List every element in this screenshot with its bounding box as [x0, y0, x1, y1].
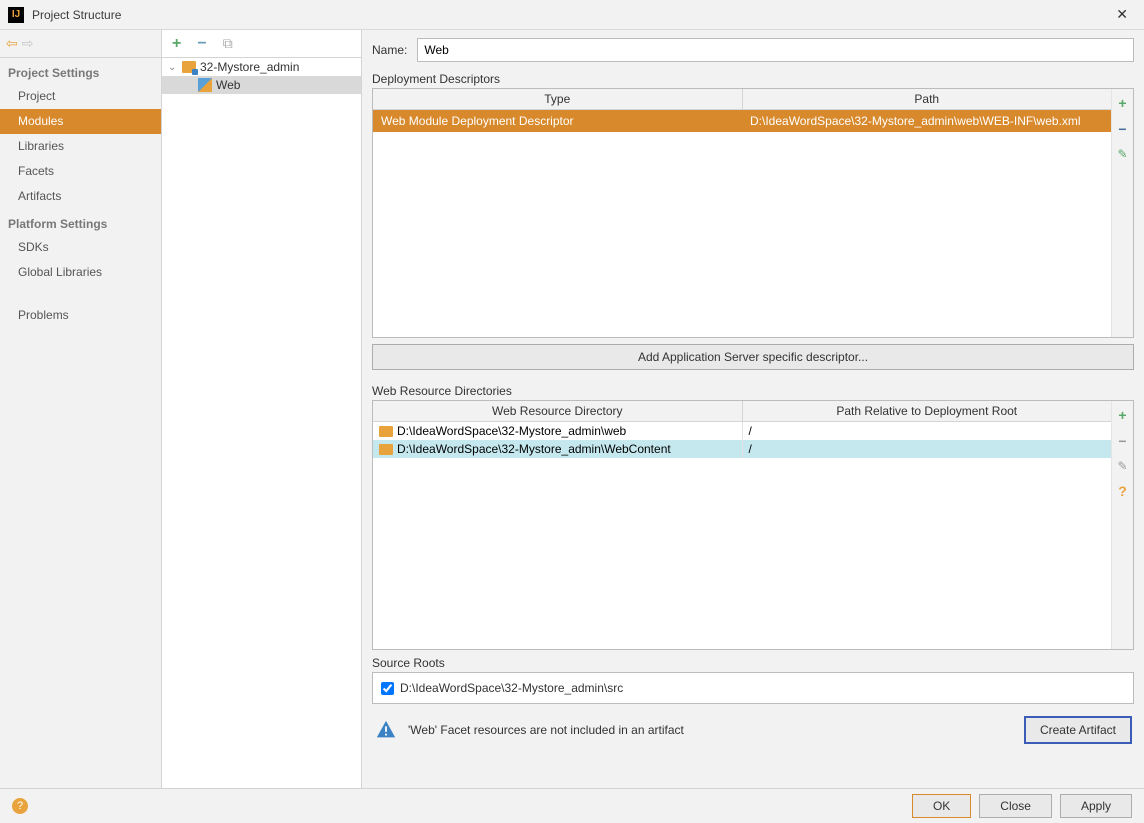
dd-edit-icon[interactable]: ✎ [1117, 147, 1127, 161]
add-module-icon[interactable]: + [172, 35, 181, 53]
forward-icon[interactable]: ⇨ [22, 35, 34, 52]
back-icon[interactable]: ⇦ [6, 35, 18, 52]
app-icon: IJ [8, 7, 24, 23]
source-root-checkbox[interactable] [381, 682, 394, 695]
create-artifact-button[interactable]: Create Artifact [1024, 716, 1132, 744]
wrd-header-dir: Web Resource Directory [373, 401, 743, 421]
web-facet-icon [198, 78, 212, 92]
web-resource-directories-table: Web Resource Directory Path Relative to … [372, 400, 1134, 650]
wrd-cell-dir: D:\IdeaWordSpace\32-Mystore_admin\web [397, 424, 626, 438]
close-button[interactable]: Close [979, 794, 1052, 818]
tree-toolbar: + − ⧉ [162, 30, 361, 58]
wrd-row[interactable]: D:\IdeaWordSpace\32-Mystore_admin\web / [373, 422, 1111, 440]
wrd-add-icon[interactable]: + [1118, 407, 1126, 423]
folder-icon [379, 444, 393, 455]
tree-root-label: 32-Mystore_admin [200, 60, 299, 74]
copy-module-icon[interactable]: ⧉ [223, 35, 233, 52]
source-root-item[interactable]: D:\IdeaWordSpace\32-Mystore_admin\src [381, 681, 1125, 695]
nav-problems[interactable]: Problems [0, 303, 161, 328]
tree-child-label: Web [216, 78, 240, 92]
remove-module-icon[interactable]: − [197, 35, 206, 53]
nav-facets[interactable]: Facets [0, 159, 161, 184]
wrd-cell-path: / [743, 440, 1112, 458]
dd-add-icon[interactable]: + [1118, 95, 1126, 111]
section-header-project-settings: Project Settings [0, 58, 161, 84]
wrd-side-toolbar: + − ✎ ? [1111, 401, 1133, 649]
dd-row[interactable]: Web Module Deployment Descriptor D:\Idea… [373, 110, 1111, 132]
chevron-down-icon[interactable]: ⌄ [168, 62, 178, 73]
titlebar: IJ Project Structure ✕ [0, 0, 1144, 30]
warning-icon [374, 719, 398, 741]
wrd-header-path: Path Relative to Deployment Root [743, 401, 1112, 421]
warning-row: 'Web' Facet resources are not included i… [372, 712, 1134, 750]
wrd-remove-icon[interactable]: − [1118, 433, 1126, 449]
source-roots-label: Source Roots [372, 656, 1134, 670]
module-tree: + − ⧉ ⌄ 32-Mystore_admin Web [162, 30, 362, 788]
settings-sidebar: ⇦ ⇨ Project Settings Project Modules Lib… [0, 30, 162, 788]
nav-libraries[interactable]: Libraries [0, 134, 161, 159]
source-root-path: D:\IdeaWordSpace\32-Mystore_admin\src [400, 681, 623, 695]
name-row: Name: [372, 38, 1134, 62]
wrd-cell-path: / [743, 422, 1112, 440]
nav-history: ⇦ ⇨ [0, 30, 161, 58]
ok-button[interactable]: OK [912, 794, 971, 818]
nav-artifacts[interactable]: Artifacts [0, 184, 161, 209]
add-descriptor-button[interactable]: Add Application Server specific descript… [372, 344, 1134, 370]
name-label: Name: [372, 43, 407, 57]
content-pane: Name: Deployment Descriptors Type Path W… [362, 30, 1144, 788]
dd-header-type: Type [373, 89, 743, 109]
wrd-row-selected[interactable]: D:\IdeaWordSpace\32-Mystore_admin\WebCon… [373, 440, 1111, 458]
dd-header-path: Path [743, 89, 1112, 109]
dd-cell-path: D:\IdeaWordSpace\32-Mystore_admin\web\WE… [742, 110, 1111, 132]
tree-root-row[interactable]: ⌄ 32-Mystore_admin [162, 58, 361, 76]
apply-button[interactable]: Apply [1060, 794, 1132, 818]
nav-project[interactable]: Project [0, 84, 161, 109]
wrd-help-icon[interactable]: ? [1118, 483, 1127, 499]
nav-sdks[interactable]: SDKs [0, 235, 161, 260]
warning-text: 'Web' Facet resources are not included i… [408, 723, 1014, 737]
source-roots-box: D:\IdeaWordSpace\32-Mystore_admin\src [372, 672, 1134, 704]
deployment-descriptors-label: Deployment Descriptors [372, 72, 1134, 86]
web-resource-directories-label: Web Resource Directories [372, 384, 1134, 398]
help-icon[interactable]: ? [12, 798, 28, 814]
dd-side-toolbar: + − ✎ [1111, 89, 1133, 337]
nav-modules[interactable]: Modules [0, 109, 161, 134]
wrd-edit-icon[interactable]: ✎ [1117, 459, 1127, 473]
dd-remove-icon[interactable]: − [1118, 121, 1126, 137]
section-header-platform-settings: Platform Settings [0, 209, 161, 235]
wrd-cell-dir: D:\IdeaWordSpace\32-Mystore_admin\WebCon… [397, 442, 671, 456]
folder-icon [379, 426, 393, 437]
deployment-descriptors-table: Type Path Web Module Deployment Descript… [372, 88, 1134, 338]
dialog-footer: ? OK Close Apply [0, 788, 1144, 823]
window-title: Project Structure [32, 8, 121, 22]
tree-child-row[interactable]: Web [162, 76, 361, 94]
nav-global-libraries[interactable]: Global Libraries [0, 260, 161, 285]
dd-cell-type: Web Module Deployment Descriptor [373, 110, 742, 132]
module-folder-icon [182, 61, 196, 73]
close-icon[interactable]: ✕ [1108, 2, 1136, 27]
name-input[interactable] [417, 38, 1134, 62]
